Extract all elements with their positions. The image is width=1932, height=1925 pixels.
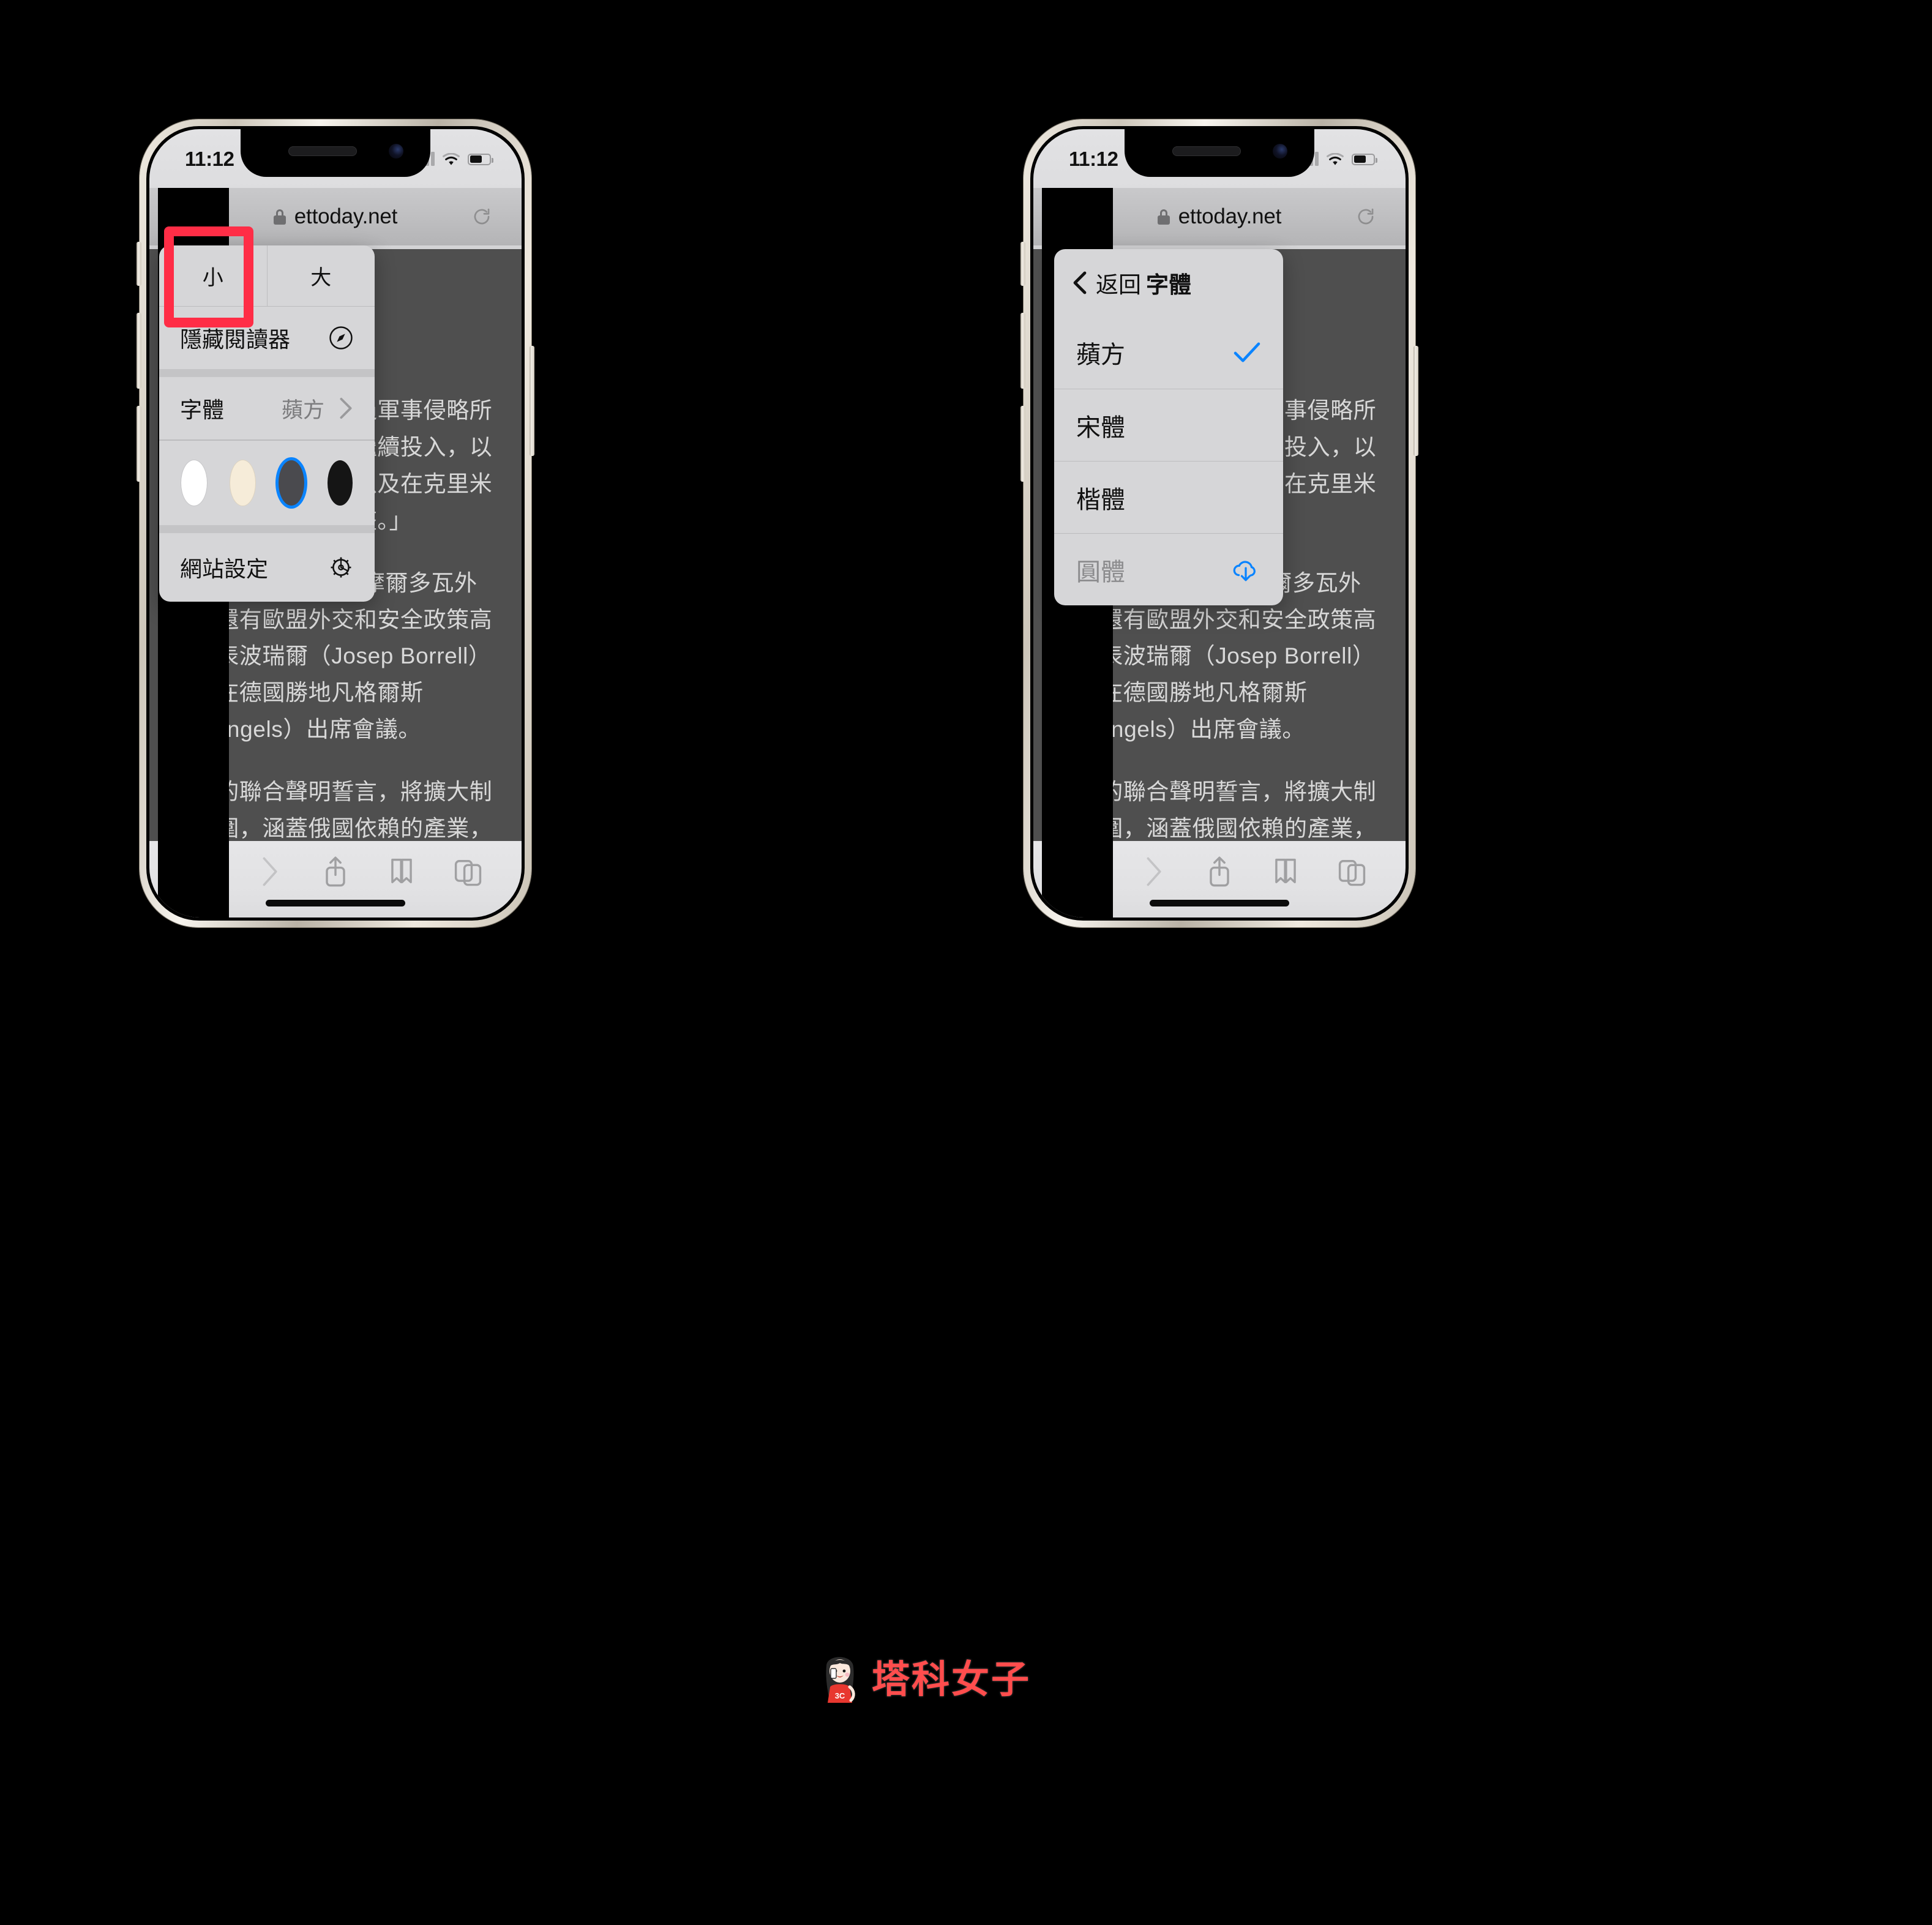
- font-option-label: 蘋方: [1076, 342, 1125, 368]
- font-picker-header: 返回 字體: [1054, 249, 1283, 316]
- reader-theme-row[interactable]: [159, 441, 375, 525]
- chevron-right-icon: [340, 397, 352, 419]
- theme-black-swatch[interactable]: [327, 460, 353, 506]
- reload-icon[interactable]: [1354, 205, 1377, 228]
- back-label: 返回: [1096, 272, 1141, 297]
- mascot-badge-text: 3C: [835, 1691, 845, 1700]
- home-indicator[interactable]: [266, 900, 405, 906]
- left-phone-screen: 侵烏克蘭，但烏 基輔擊退。目前 天的會議，並在 會承認俄國企圖透過軍事侵略所改變…: [149, 129, 522, 918]
- theme-gray-swatch[interactable]: [279, 460, 304, 506]
- home-indicator[interactable]: [1150, 900, 1289, 906]
- font-option-label: 圓體: [1076, 558, 1125, 586]
- right-phone-body: 侵烏克蘭，但烏 基輔擊退。目前 天的會議，並在 會承認俄國企圖透過軍事侵略所改變…: [1030, 126, 1409, 921]
- hide-reader-label: 隱藏閱讀器: [180, 327, 291, 352]
- sidebar-item-small-text[interactable]: 小: [159, 245, 267, 306]
- hide-reader-row[interactable]: 隱藏閱讀器: [159, 307, 375, 369]
- text-size-popover[interactable]: 小 大 隱藏閱讀器 字體 蘋方 網站設定: [159, 245, 375, 602]
- bookmarks-button[interactable]: [1270, 854, 1301, 889]
- mute-switch[interactable]: [1020, 242, 1025, 286]
- battery-icon: [1352, 153, 1377, 165]
- share-button[interactable]: [320, 854, 351, 889]
- theme-white-swatch[interactable]: [181, 460, 207, 506]
- checkmark-icon: [1234, 342, 1260, 362]
- bookmarks-button[interactable]: [386, 854, 417, 889]
- share-button[interactable]: [1204, 854, 1235, 889]
- text-size-segmented-control[interactable]: 小 大: [159, 245, 375, 307]
- lock-icon: [273, 209, 286, 225]
- theme-sepia-swatch[interactable]: [230, 460, 255, 506]
- forward-button[interactable]: [1137, 854, 1169, 889]
- device-notch: [1125, 129, 1314, 177]
- device-notch: [241, 129, 430, 177]
- screenshot-canvas: 侵烏克蘭，但烏 基輔擊退。目前 天的會議，並在 會承認俄國企圖透過軍事侵略所改變…: [0, 0, 1932, 1925]
- website-settings-row[interactable]: 網站設定: [159, 533, 375, 602]
- tabs-button[interactable]: [452, 854, 484, 889]
- status-clock: 11:12: [1069, 148, 1118, 170]
- wifi-icon: [443, 152, 460, 165]
- right-phone-device: 侵烏克蘭，但烏 基輔擊退。目前 天的會議，並在 會承認俄國企圖透過軍事侵略所改變…: [1020, 119, 1418, 927]
- lock-icon: [1157, 209, 1170, 225]
- back-to-menu-button[interactable]: 返回: [1073, 266, 1141, 299]
- watermark: 3C 塔科女子: [814, 1647, 1031, 1705]
- website-settings-label: 網站設定: [180, 556, 269, 581]
- volume-up-button[interactable]: [1020, 313, 1025, 389]
- font-picker-popover[interactable]: 返回 字體 蘋方 宋體 楷體 圓體: [1054, 249, 1283, 605]
- url-display[interactable]: ettoday.net: [1157, 204, 1282, 229]
- font-option-kaiti[interactable]: 楷體: [1054, 461, 1283, 533]
- left-phone-device: 侵烏克蘭，但烏 基輔擊退。目前 天的會議，並在 會承認俄國企圖透過軍事侵略所改變…: [137, 119, 534, 927]
- mascot-icon: 3C: [826, 1657, 855, 1703]
- font-option-yuanti[interactable]: 圓體: [1054, 533, 1283, 605]
- chevron-left-icon: [1073, 271, 1087, 294]
- status-clock: 11:12: [185, 148, 234, 170]
- mute-switch[interactable]: [137, 242, 141, 286]
- sidebar-item-large-text[interactable]: 大: [266, 245, 375, 306]
- font-row-value: 蘋方: [281, 398, 324, 422]
- left-phone-body: 侵烏克蘭，但烏 基輔擊退。目前 天的會議，並在 會承認俄國企圖透過軍事侵略所改變…: [146, 126, 525, 921]
- front-camera: [389, 144, 403, 159]
- earpiece-speaker: [1172, 146, 1241, 156]
- cloud-download-icon[interactable]: [1230, 557, 1261, 583]
- front-camera: [1273, 144, 1287, 159]
- url-display[interactable]: ettoday.net: [273, 204, 398, 229]
- font-option-label: 楷體: [1076, 485, 1125, 514]
- url-text: ettoday.net: [294, 204, 398, 228]
- url-text: ettoday.net: [1178, 204, 1282, 228]
- battery-icon: [468, 153, 493, 165]
- forward-button[interactable]: [253, 854, 285, 889]
- wifi-icon: [1327, 152, 1344, 165]
- power-button[interactable]: [1413, 346, 1418, 456]
- popover-divider: [159, 369, 375, 377]
- font-option-songti[interactable]: 宋體: [1054, 389, 1283, 461]
- reload-icon[interactable]: [470, 205, 493, 228]
- watermark-text: 塔科女子: [872, 1659, 1032, 1701]
- font-option-label: 宋體: [1076, 413, 1125, 441]
- font-row-label: 字體: [180, 397, 225, 422]
- right-phone-screen: 侵烏克蘭，但烏 基輔擊退。目前 天的會議，並在 會承認俄國企圖透過軍事侵略所改變…: [1033, 129, 1406, 918]
- font-row[interactable]: 字體 蘋方: [159, 377, 375, 439]
- power-button[interactable]: [530, 346, 534, 456]
- gear-icon: [331, 557, 351, 577]
- volume-up-button[interactable]: [137, 313, 141, 389]
- volume-down-button[interactable]: [1020, 406, 1025, 482]
- volume-down-button[interactable]: [137, 406, 141, 482]
- earpiece-speaker: [288, 146, 357, 156]
- tabs-button[interactable]: [1336, 854, 1368, 889]
- popover-divider: [159, 525, 375, 533]
- compass-icon: [329, 326, 353, 349]
- font-row-trailing: 蘋方: [282, 393, 354, 424]
- font-option-pingfang[interactable]: 蘋方: [1054, 316, 1283, 389]
